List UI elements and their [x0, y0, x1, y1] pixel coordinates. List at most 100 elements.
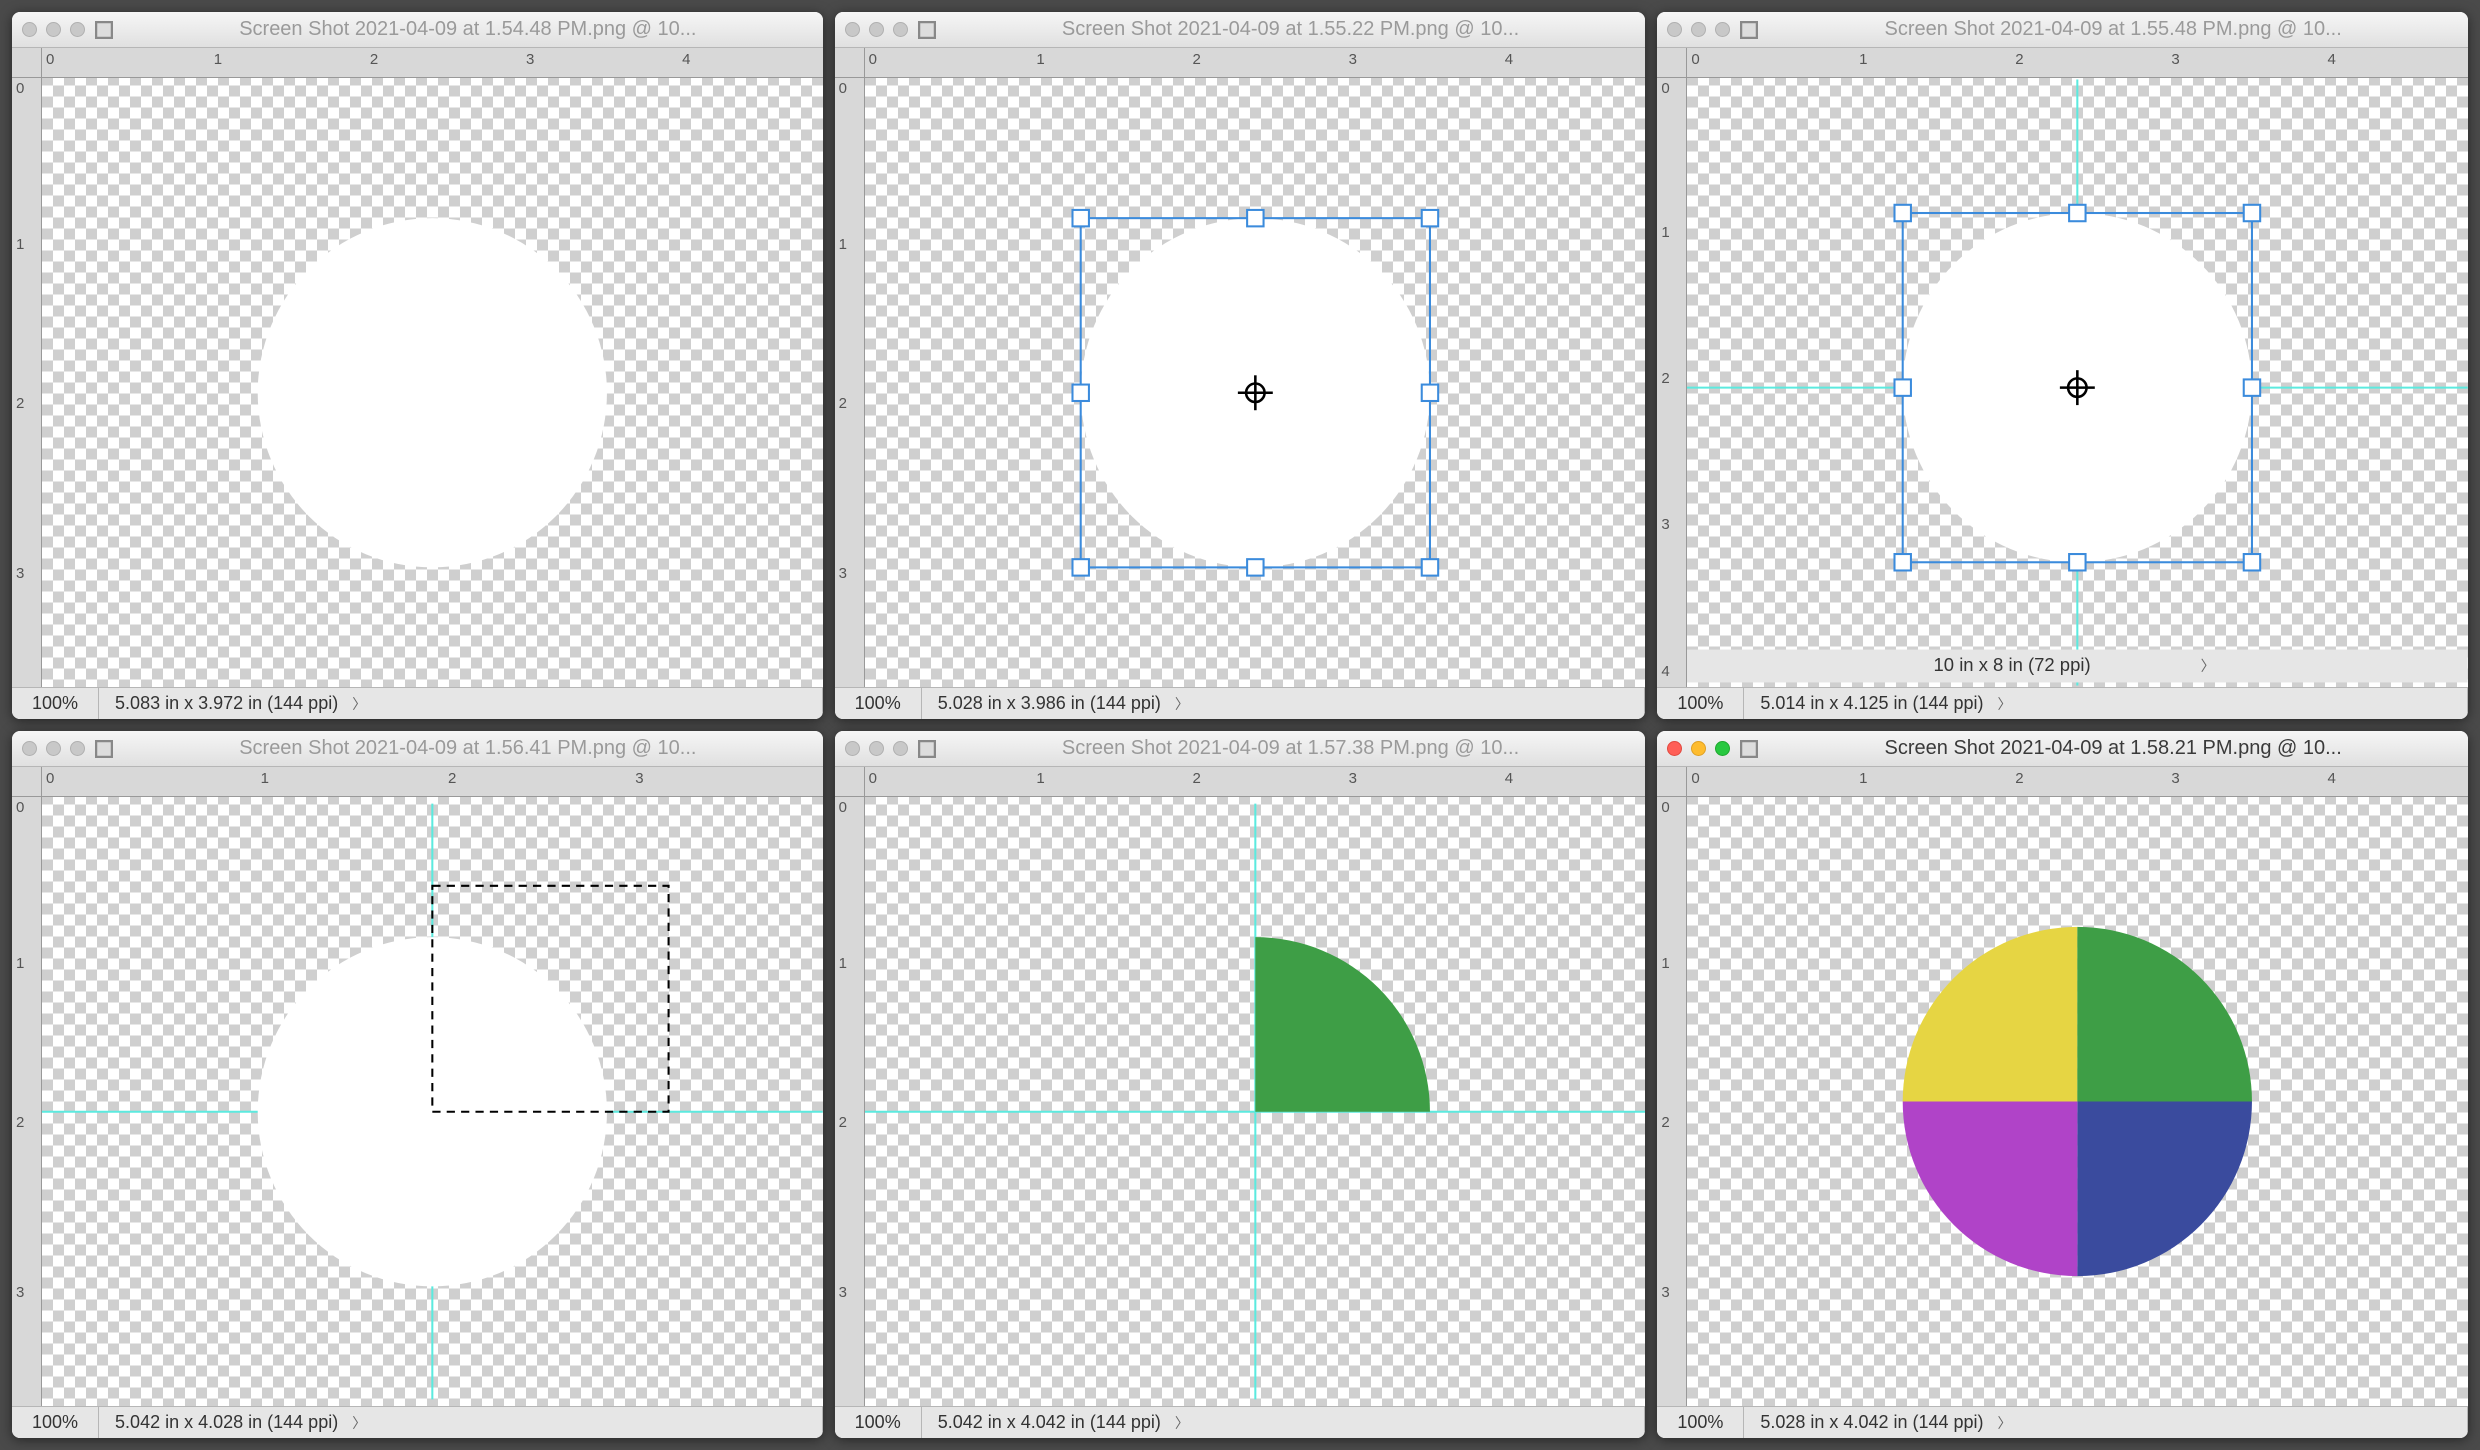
chevron-right-icon: 〉	[352, 694, 366, 714]
zoom-level[interactable]: 100%	[12, 1407, 99, 1438]
editor-window-5[interactable]: Screen Shot 2021-04-09 at 1.57.38 PM.png…	[835, 731, 1646, 1438]
chevron-right-icon: 〉	[2201, 658, 2215, 675]
ruler-origin[interactable]	[1657, 48, 1687, 78]
editor-window-6[interactable]: Screen Shot 2021-04-09 at 1.58.21 PM.png…	[1657, 731, 2468, 1438]
pie-slice-yellow[interactable]	[1903, 927, 2078, 1102]
secondary-status-text: 10 in x 8 in (72 ppi)	[1934, 654, 2091, 675]
chevron-right-icon: 〉	[1998, 694, 2012, 714]
status-bar: 100% 5.042 in x 4.028 in (144 ppi) 〉	[12, 1406, 823, 1438]
status-bar: 100% 5.083 in x 3.972 in (144 ppi) 〉	[12, 687, 823, 719]
ruler-origin[interactable]	[12, 767, 42, 797]
quarter-shape[interactable]	[1255, 937, 1430, 1112]
pie-slice-green[interactable]	[2078, 927, 2253, 1102]
ruler-horizontal[interactable]: 0 1 2 3 4	[865, 767, 1646, 797]
ruler-horizontal[interactable]: 0 1 2 3 4	[865, 48, 1646, 78]
ruler-vertical[interactable]: 0 1 2 3 4	[1657, 78, 1687, 687]
close-button[interactable]	[22, 22, 37, 37]
ruler-horizontal[interactable]: 0 1 2 3	[42, 767, 823, 797]
ruler-vertical[interactable]: 0 1 2 3	[835, 78, 865, 687]
close-button[interactable]	[845, 741, 860, 756]
status-bar: 100% 5.014 in x 4.125 in (144 ppi) 〉	[1657, 687, 2468, 719]
pie-slice-blue[interactable]	[2078, 1102, 2253, 1277]
doc-info[interactable]: 5.014 in x 4.125 in (144 ppi) 〉	[1744, 688, 2468, 719]
doc-info[interactable]: 5.042 in x 4.028 in (144 ppi) 〉	[99, 1407, 823, 1438]
chevron-right-icon: 〉	[1998, 1413, 2012, 1433]
app-icon	[95, 740, 113, 758]
canvas[interactable]	[1687, 797, 2468, 1406]
doc-info[interactable]: 5.028 in x 4.042 in (144 ppi) 〉	[1744, 1407, 2468, 1438]
zoom-level[interactable]: 100%	[835, 1407, 922, 1438]
maximize-button[interactable]	[1715, 741, 1730, 756]
zoom-level[interactable]: 100%	[1657, 1407, 1744, 1438]
close-button[interactable]	[845, 22, 860, 37]
window-title: Screen Shot 2021-04-09 at 1.58.21 PM.png…	[1768, 737, 2458, 760]
titlebar[interactable]: Screen Shot 2021-04-09 at 1.57.38 PM.png…	[835, 731, 1646, 767]
app-icon	[918, 740, 936, 758]
window-controls	[1667, 22, 1730, 37]
chevron-right-icon: 〉	[1175, 694, 1189, 714]
titlebar[interactable]: Screen Shot 2021-04-09 at 1.56.41 PM.png…	[12, 731, 823, 767]
close-button[interactable]	[1667, 741, 1682, 756]
window-controls	[845, 22, 908, 37]
maximize-button[interactable]	[70, 22, 85, 37]
chevron-right-icon: 〉	[1175, 1413, 1189, 1433]
window-title: Screen Shot 2021-04-09 at 1.57.38 PM.png…	[946, 737, 1636, 760]
canvas[interactable]	[865, 78, 1646, 687]
ruler-horizontal[interactable]: 0 1 2 3 4	[1687, 48, 2468, 78]
editor-window-1[interactable]: Screen Shot 2021-04-09 at 1.54.48 PM.png…	[12, 12, 823, 719]
ruler-vertical[interactable]: 0 1 2 3	[12, 78, 42, 687]
window-title: Screen Shot 2021-04-09 at 1.56.41 PM.png…	[123, 737, 813, 760]
maximize-button[interactable]	[893, 741, 908, 756]
window-controls	[22, 22, 85, 37]
canvas[interactable]	[42, 78, 823, 687]
pie-slice-purple[interactable]	[1903, 1102, 2078, 1277]
minimize-button[interactable]	[46, 22, 61, 37]
titlebar[interactable]: Screen Shot 2021-04-09 at 1.55.48 PM.png…	[1657, 12, 2468, 48]
ruler-origin[interactable]	[12, 48, 42, 78]
minimize-button[interactable]	[1691, 22, 1706, 37]
editor-window-2[interactable]: Screen Shot 2021-04-09 at 1.55.22 PM.png…	[835, 12, 1646, 719]
ruler-origin[interactable]	[1657, 767, 1687, 797]
window-controls	[22, 741, 85, 756]
doc-info[interactable]: 5.042 in x 4.042 in (144 ppi) 〉	[922, 1407, 1646, 1438]
ruler-vertical[interactable]: 0 1 2 3	[12, 797, 42, 1406]
doc-info[interactable]: 5.083 in x 3.972 in (144 ppi) 〉	[99, 688, 823, 719]
app-icon	[1740, 21, 1758, 39]
titlebar[interactable]: Screen Shot 2021-04-09 at 1.58.21 PM.png…	[1657, 731, 2468, 767]
app-icon	[1740, 740, 1758, 758]
minimize-button[interactable]	[869, 741, 884, 756]
canvas[interactable]	[865, 797, 1646, 1406]
minimize-button[interactable]	[1691, 741, 1706, 756]
canvas[interactable]	[42, 797, 823, 1406]
canvas[interactable]: 10 in x 8 in (72 ppi) 〉	[1687, 78, 2468, 687]
status-bar: 100% 5.042 in x 4.042 in (144 ppi) 〉	[835, 1406, 1646, 1438]
ruler-horizontal[interactable]: 0 1 2 3 4	[42, 48, 823, 78]
maximize-button[interactable]	[893, 22, 908, 37]
window-title: Screen Shot 2021-04-09 at 1.55.22 PM.png…	[946, 18, 1636, 41]
ruler-origin[interactable]	[835, 767, 865, 797]
zoom-level[interactable]: 100%	[1657, 688, 1744, 719]
titlebar[interactable]: Screen Shot 2021-04-09 at 1.54.48 PM.png…	[12, 12, 823, 48]
minimize-button[interactable]	[46, 741, 61, 756]
minimize-button[interactable]	[869, 22, 884, 37]
circle-shape[interactable]	[258, 218, 607, 567]
maximize-button[interactable]	[1715, 22, 1730, 37]
window-controls	[1667, 741, 1730, 756]
ruler-vertical[interactable]: 0 1 2 3	[1657, 797, 1687, 1406]
zoom-level[interactable]: 100%	[835, 688, 922, 719]
zoom-level[interactable]: 100%	[12, 688, 99, 719]
editor-window-3[interactable]: Screen Shot 2021-04-09 at 1.55.48 PM.png…	[1657, 12, 2468, 719]
editor-window-4[interactable]: Screen Shot 2021-04-09 at 1.56.41 PM.png…	[12, 731, 823, 1438]
window-title: Screen Shot 2021-04-09 at 1.55.48 PM.png…	[1768, 18, 2458, 41]
close-button[interactable]	[22, 741, 37, 756]
window-title: Screen Shot 2021-04-09 at 1.54.48 PM.png…	[123, 18, 813, 41]
close-button[interactable]	[1667, 22, 1682, 37]
doc-info[interactable]: 5.028 in x 3.986 in (144 ppi) 〉	[922, 688, 1646, 719]
ruler-origin[interactable]	[835, 48, 865, 78]
ruler-vertical[interactable]: 0 1 2 3	[835, 797, 865, 1406]
pie-shape[interactable]	[1903, 927, 2252, 1276]
maximize-button[interactable]	[70, 741, 85, 756]
titlebar[interactable]: Screen Shot 2021-04-09 at 1.55.22 PM.png…	[835, 12, 1646, 48]
ruler-horizontal[interactable]: 0 1 2 3 4	[1687, 767, 2468, 797]
status-bar: 100% 5.028 in x 4.042 in (144 ppi) 〉	[1657, 1406, 2468, 1438]
